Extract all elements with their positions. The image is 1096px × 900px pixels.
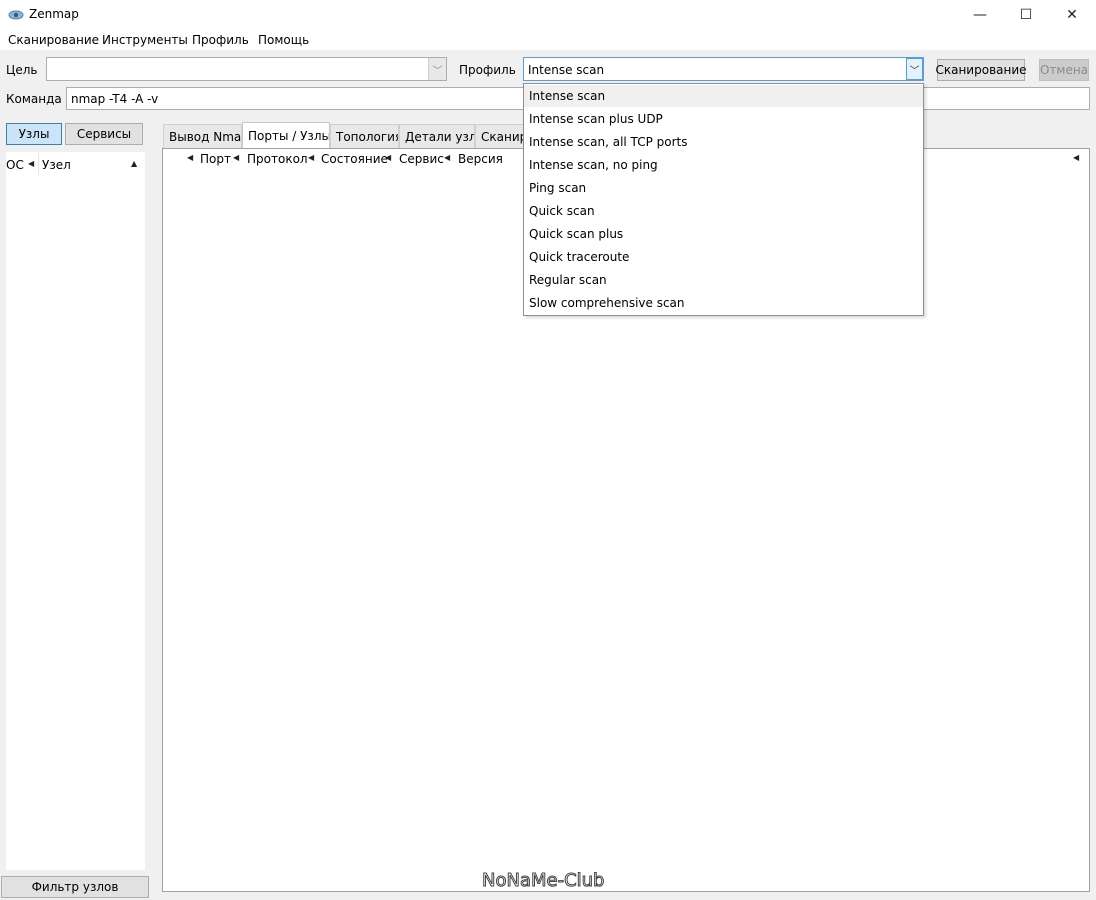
profile-option[interactable]: Quick traceroute [524, 246, 923, 268]
profile-option[interactable]: Intense scan, all TCP ports [524, 131, 923, 153]
target-label: Цель [6, 63, 38, 77]
menu-scan[interactable]: Сканирование [8, 33, 99, 47]
tab-ports-hosts[interactable]: Порты / Узлы [242, 122, 330, 149]
zenmap-eye-icon [8, 10, 24, 20]
hosts-button[interactable]: Узлы [6, 123, 62, 145]
profile-option[interactable]: Intense scan, no ping [524, 154, 923, 176]
profile-option[interactable]: Quick scan plus [524, 223, 923, 245]
menu-help[interactable]: Помощь [258, 33, 309, 47]
tab-topology[interactable]: Топология [330, 124, 399, 148]
column-header-host[interactable]: Узел [42, 158, 71, 172]
profile-option[interactable]: Regular scan [524, 269, 923, 291]
maximize-button[interactable]: ☐ [1003, 0, 1049, 30]
profile-value: Intense scan [528, 63, 605, 77]
sort-arrow-icon: ◀ [385, 153, 392, 162]
tab-host-details[interactable]: Детали узла [399, 124, 475, 148]
target-combobox[interactable]: ﹀ [46, 57, 447, 81]
profile-option[interactable]: Intense scan plus UDP [524, 108, 923, 130]
expander-arrow-icon: ◀ [187, 153, 194, 162]
profile-combobox[interactable]: Intense scan ﹀ [523, 57, 924, 81]
column-divider [38, 153, 39, 175]
scroll-left-arrow-icon[interactable]: ◀ [1073, 153, 1079, 162]
cancel-button[interactable]: Отмена [1039, 59, 1089, 81]
command-value: nmap -T4 -A -v [71, 92, 159, 106]
close-button[interactable]: ✕ [1049, 0, 1095, 30]
profile-dropdown-list[interactable]: Intense scan Intense scan plus UDP Inten… [523, 83, 924, 316]
column-header-service[interactable]: Сервис [399, 152, 444, 166]
sort-arrow-icon: ◀ [444, 153, 451, 162]
window-title: Zenmap [29, 7, 79, 21]
profile-option[interactable]: Ping scan [524, 177, 923, 199]
column-header-state[interactable]: Состояние [321, 152, 388, 166]
title-bar [0, 0, 1096, 30]
tab-nmap-output[interactable]: Вывод Nmap [163, 124, 242, 148]
filter-hosts-button[interactable]: Фильтр узлов [1, 876, 149, 898]
profile-option[interactable]: Quick scan [524, 200, 923, 222]
hosts-list[interactable] [6, 152, 145, 870]
scan-button[interactable]: Сканирование [935, 59, 1027, 81]
column-header-port[interactable]: Порт [200, 152, 231, 166]
profile-label: Профиль [459, 63, 516, 77]
services-button[interactable]: Сервисы [65, 123, 143, 145]
menu-tools[interactable]: Инструменты [102, 33, 188, 47]
column-header-version[interactable]: Версия [458, 152, 503, 166]
profile-dropdown-chevron-icon[interactable]: ﹀ [906, 58, 923, 80]
profile-option[interactable]: Intense scan [524, 85, 923, 107]
sort-arrow-icon: ◀ [308, 153, 315, 162]
command-label: Команда [6, 92, 62, 106]
profile-option[interactable]: Slow comprehensive scan [524, 292, 923, 314]
menu-profile[interactable]: Профиль [192, 33, 249, 47]
tab-scans[interactable]: Сканир [475, 124, 525, 148]
sort-arrow-icon: ◀ [233, 153, 240, 162]
sort-up-arrow-icon: ▲ [131, 159, 138, 168]
column-header-protocol[interactable]: Протокол [247, 152, 308, 166]
sort-arrow-icon: ◀ [28, 159, 35, 168]
watermark: NoNaMe-Club [481, 870, 605, 892]
column-header-os[interactable]: ОС [6, 158, 24, 172]
target-dropdown-chevron-icon[interactable]: ﹀ [428, 58, 446, 80]
minimize-button[interactable]: — [957, 0, 1003, 30]
